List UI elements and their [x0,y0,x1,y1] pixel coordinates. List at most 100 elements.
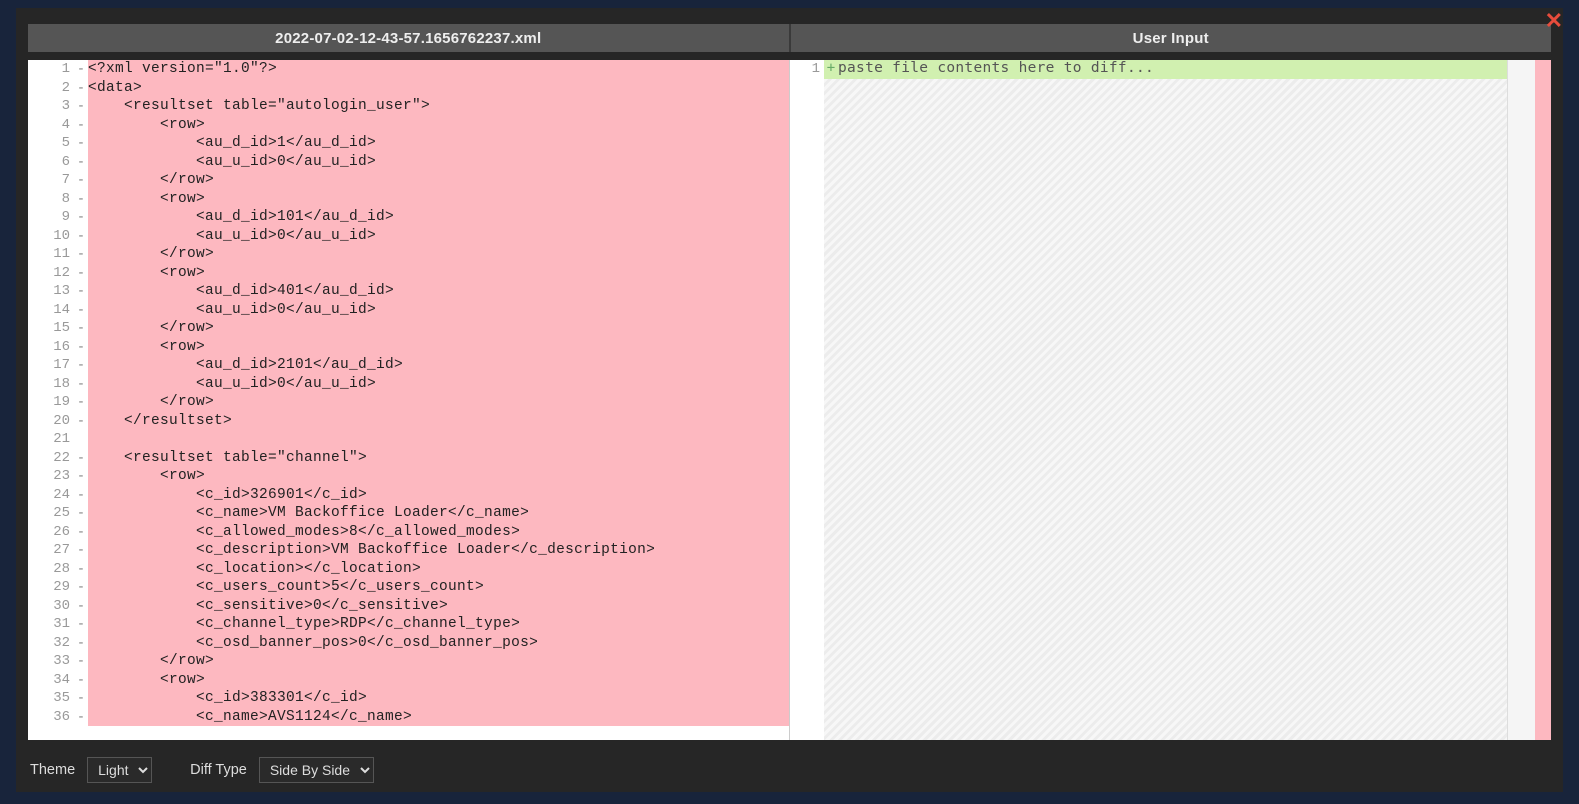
line-number: 21 [28,430,72,449]
theme-label: Theme [30,762,75,778]
line-number: 5 [28,134,72,153]
code-line: <au_u_id>0</au_u_id> [88,227,789,246]
code-line: <c_name>AVS1124</c_name> [88,708,789,727]
code-line: <c_channel_type>RDP</c_channel_type> [88,615,789,634]
code-line: <c_osd_banner_pos>0</c_osd_banner_pos> [88,634,789,653]
line-number: 12 [28,264,72,283]
right-scrollbar-area[interactable] [1507,60,1535,740]
line-number: 33 [28,652,72,671]
line-number: 28 [28,560,72,579]
left-pane: 1234567891011121314151617181920212223242… [28,60,790,740]
diff-marker: - [74,634,88,653]
diff-marker: - [74,375,88,394]
diff-marker [74,430,88,449]
theme-select[interactable]: LightDark [87,757,152,783]
code-line: <c_description>VM Backoffice Loader</c_d… [88,541,789,560]
right-input-placeholder[interactable]: paste file contents here to diff... [838,60,1507,79]
footer-bar: Theme LightDark Diff Type Side By SideIn… [16,748,1563,792]
diff-marker: - [74,449,88,468]
diff-marker: - [74,319,88,338]
diff-marker: - [74,301,88,320]
line-number: 22 [28,449,72,468]
code-line: <c_id>383301</c_id> [88,689,789,708]
diff-marker: - [74,282,88,301]
code-line: <au_u_id>0</au_u_id> [88,375,789,394]
line-number: 36 [28,708,72,727]
diff-marker: - [74,689,88,708]
line-number: 1 [28,60,72,79]
left-code[interactable]: <?xml version="1.0"?><data> <resultset t… [88,60,789,740]
code-line: </row> [88,393,789,412]
diff-marker: - [74,504,88,523]
code-line: <row> [88,671,789,690]
code-line: </row> [88,652,789,671]
diff-marker: - [74,467,88,486]
diff-marker: - [74,393,88,412]
right-change-overview[interactable] [1535,60,1551,740]
difftype-select[interactable]: Side By SideInline [259,757,374,783]
line-number: 2 [28,79,72,98]
code-line: <row> [88,467,789,486]
left-line-numbers: 1234567891011121314151617181920212223242… [28,60,74,740]
diff-marker: - [74,338,88,357]
close-icon[interactable]: ✕ [1539,6,1569,36]
code-line: </row> [88,171,789,190]
right-body: + paste file contents here to diff... [824,60,1507,740]
add-marker: + [824,60,838,79]
code-line: <au_d_id>101</au_d_id> [88,208,789,227]
code-line: <c_allowed_modes>8</c_allowed_modes> [88,523,789,542]
line-number: 1 [790,60,822,79]
line-number: 29 [28,578,72,597]
line-number: 11 [28,245,72,264]
diff-marker: - [74,60,88,79]
line-number: 13 [28,282,72,301]
code-line: <resultset table="channel"> [88,449,789,468]
diff-marker: - [74,671,88,690]
line-number: 24 [28,486,72,505]
diff-marker: - [74,79,88,98]
code-line: <au_d_id>401</au_d_id> [88,282,789,301]
code-line: <c_name>VM Backoffice Loader</c_name> [88,504,789,523]
code-line: <au_d_id>1</au_d_id> [88,134,789,153]
line-number: 19 [28,393,72,412]
header-row: 2022-07-02-12-43-57.1656762237.xml User … [28,24,1551,52]
line-number: 31 [28,615,72,634]
line-number: 6 [28,153,72,172]
right-pane: 1 + paste file contents here to diff... [790,60,1551,740]
code-line: <c_id>326901</c_id> [88,486,789,505]
code-line: <c_users_count>5</c_users_count> [88,578,789,597]
right-line-numbers: 1 [790,60,824,740]
line-number: 14 [28,301,72,320]
code-line: <resultset table="autologin_user"> [88,97,789,116]
code-line: <data> [88,79,789,98]
code-line [88,430,789,449]
diff-marker: - [74,541,88,560]
diff-marker: - [74,134,88,153]
diff-marker: - [74,615,88,634]
right-file-title: User Input [791,24,1552,52]
line-number: 3 [28,97,72,116]
line-number: 32 [28,634,72,653]
diff-marker: - [74,560,88,579]
code-line: <au_u_id>0</au_u_id> [88,301,789,320]
line-number: 7 [28,171,72,190]
left-file-title: 2022-07-02-12-43-57.1656762237.xml [28,24,789,52]
code-line: <c_location></c_location> [88,560,789,579]
line-number: 10 [28,227,72,246]
code-line: <row> [88,190,789,209]
line-number: 27 [28,541,72,560]
diff-marker: - [74,708,88,727]
code-line: <c_sensitive>0</c_sensitive> [88,597,789,616]
code-line: <row> [88,338,789,357]
line-number: 4 [28,116,72,135]
line-number: 17 [28,356,72,375]
diff-marker: - [74,356,88,375]
diff-modal: ✕ 2022-07-02-12-43-57.1656762237.xml Use… [16,8,1563,792]
code-line: <au_u_id>0</au_u_id> [88,153,789,172]
line-number: 25 [28,504,72,523]
diff-container: 1234567891011121314151617181920212223242… [28,60,1551,740]
line-number: 35 [28,689,72,708]
right-empty-area[interactable] [824,79,1507,741]
line-number: 16 [28,338,72,357]
left-diff-markers: ----------------------------------- [74,60,88,740]
